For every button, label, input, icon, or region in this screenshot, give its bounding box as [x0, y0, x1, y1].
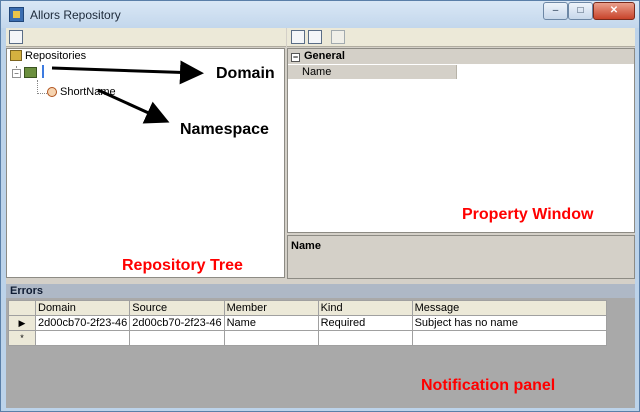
- title-bar[interactable]: Allors Repository – □ ✕: [1, 1, 639, 28]
- category-label: General: [304, 50, 345, 62]
- cell-empty[interactable]: [129, 330, 225, 346]
- namespace-icon: [47, 87, 57, 97]
- domain-icon: [24, 67, 37, 78]
- alphabetical-sort-icon[interactable]: [308, 30, 322, 44]
- cell-member[interactable]: Name: [223, 315, 319, 331]
- property-row-name[interactable]: Name: [288, 65, 634, 79]
- errors-header: Errors: [6, 284, 635, 298]
- property-pages-icon[interactable]: [331, 30, 345, 44]
- property-value-input[interactable]: [456, 65, 634, 79]
- repository-icon: [10, 50, 22, 61]
- cell-kind[interactable]: Required: [317, 315, 413, 331]
- property-category[interactable]: − General: [288, 49, 634, 64]
- collapse-toggle[interactable]: −: [12, 69, 21, 78]
- tree-node-domain[interactable]: −: [12, 65, 44, 79]
- annotation-namespace: Namespace: [180, 121, 269, 138]
- cell-empty[interactable]: [34, 330, 131, 346]
- rename-caret: [42, 65, 44, 78]
- cell-empty[interactable]: [223, 330, 319, 346]
- annotation-repository-tree: Repository Tree: [122, 257, 243, 274]
- property-toolbar: [287, 28, 635, 47]
- new-row-indicator[interactable]: *: [8, 330, 36, 346]
- close-button[interactable]: ✕: [593, 2, 635, 20]
- annotation-property-window: Property Window: [462, 206, 594, 223]
- tree-node-namespace[interactable]: ShortName: [47, 86, 116, 98]
- property-description: Name: [287, 235, 635, 279]
- grid-header-row: Domain Source Member Kind Message: [8, 300, 607, 316]
- tree-connector: [37, 80, 38, 94]
- cell-source[interactable]: 2d00cb70-2f23-46: [129, 315, 225, 331]
- property-name: Name: [302, 66, 332, 78]
- tree-toolbar: [6, 28, 286, 47]
- cell-message[interactable]: Subject has no name: [411, 315, 607, 331]
- row-header-corner[interactable]: [8, 300, 36, 316]
- table-row[interactable]: ▶ 2d00cb70-2f23-46 2d00cb70-2f23-46 Name…: [8, 315, 607, 331]
- repository-settings-icon[interactable]: [9, 30, 23, 44]
- tree-node-label: ShortName: [60, 86, 116, 98]
- column-header-member[interactable]: Member: [223, 300, 319, 316]
- new-row[interactable]: *: [8, 330, 607, 346]
- column-header-message[interactable]: Message: [411, 300, 607, 316]
- column-header-domain[interactable]: Domain: [34, 300, 131, 316]
- maximize-button[interactable]: □: [568, 2, 593, 20]
- app-icon: [9, 7, 24, 22]
- cell-domain[interactable]: 2d00cb70-2f23-46: [34, 315, 131, 331]
- categorized-icon[interactable]: [291, 30, 305, 44]
- annotation-notification-panel: Notification panel: [421, 377, 556, 394]
- window-title: Allors Repository: [30, 8, 121, 22]
- cell-empty[interactable]: [317, 330, 413, 346]
- current-row-indicator[interactable]: ▶: [8, 315, 36, 331]
- category-collapse-toggle[interactable]: −: [291, 53, 300, 62]
- column-header-kind[interactable]: Kind: [317, 300, 413, 316]
- tree-node-repositories[interactable]: Repositories: [10, 50, 86, 62]
- cell-empty[interactable]: [411, 330, 607, 346]
- column-header-source[interactable]: Source: [129, 300, 225, 316]
- description-title: Name: [291, 240, 321, 252]
- minimize-button[interactable]: –: [543, 2, 568, 20]
- tree-connector: [37, 93, 47, 94]
- tree-node-label: Repositories: [25, 50, 87, 62]
- annotation-domain: Domain: [216, 65, 275, 82]
- errors-grid[interactable]: Domain Source Member Kind Message ▶ 2d00…: [8, 300, 607, 346]
